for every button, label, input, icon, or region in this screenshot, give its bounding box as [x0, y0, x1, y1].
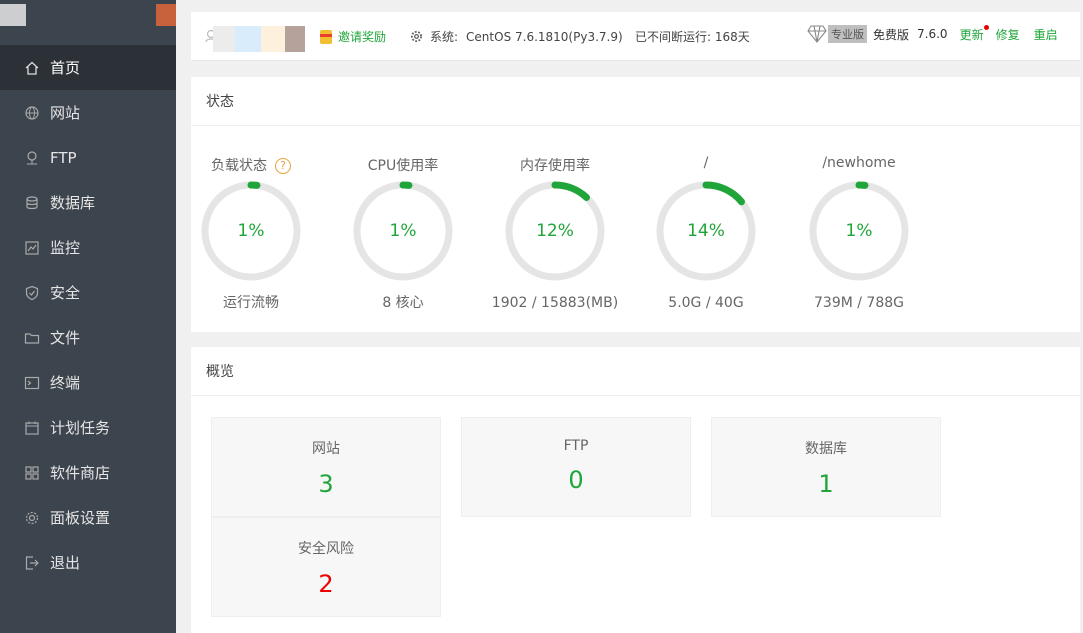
repair-link[interactable]: 修复 [996, 26, 1020, 43]
system-label: 系统: [430, 30, 459, 44]
invite-label: 邀请奖励 [338, 30, 387, 44]
sidebar-item-label: 文件 [50, 329, 81, 347]
gauge-subtext: 8 核心 [382, 295, 424, 311]
overview-card-security-risk[interactable]: 安全风险 2 [211, 517, 441, 617]
sidebar-item-cron[interactable]: 计划任务 [0, 405, 176, 450]
globe-icon [24, 105, 40, 121]
sidebar-item-files[interactable]: 文件 [0, 315, 176, 360]
gauge-value: 12% [536, 221, 574, 241]
pro-edition-tag[interactable]: 专业版 [828, 25, 867, 43]
shield-icon [24, 285, 40, 301]
monitor-icon [24, 240, 40, 256]
sidebar-item-label: 监控 [50, 239, 81, 257]
sidebar-item-label: 退出 [50, 554, 81, 572]
sidebar-header [0, 0, 176, 45]
gauge-subtext: 739M / 788G [814, 295, 904, 311]
sidebar-item-security[interactable]: 安全 [0, 270, 176, 315]
sidebar-item-label: 软件商店 [50, 464, 111, 482]
gauge-title: 负载状态? [186, 155, 316, 175]
sidebar-item-home[interactable]: 首页 [0, 45, 176, 90]
sidebar-item-database[interactable]: 数据库 [0, 180, 176, 225]
sidebar-item-label: 首页 [50, 59, 81, 77]
restart-link[interactable]: 重启 [1034, 26, 1058, 43]
sidebar-item-label: 面板设置 [50, 509, 111, 527]
gauge-value: 1% [845, 221, 873, 241]
logout-icon [24, 555, 40, 571]
sidebar-item-monitor[interactable]: 监控 [0, 225, 176, 270]
system-info: 系统: CentOS 7.6.1810(Py3.7.9) [410, 28, 623, 45]
update-label: 更新 [959, 27, 984, 42]
free-edition-label: 免费版 [873, 27, 910, 42]
sidebar-item-store[interactable]: 软件商店 [0, 450, 176, 495]
calendar-icon [24, 420, 40, 436]
gauge-title: CPU使用率 [367, 158, 439, 174]
card-label: 数据库 [805, 441, 847, 457]
sidebar-item-terminal[interactable]: 终端 [0, 360, 176, 405]
gauge-value: 14% [687, 221, 725, 241]
sidebar-item-label: 数据库 [50, 194, 96, 212]
gauge-subtext: 1902 / 15883(MB) [491, 295, 619, 311]
redacted-block [261, 26, 285, 52]
overview-card-websites[interactable]: 网站 3 [211, 417, 441, 517]
sidebar-item-websites[interactable]: 网站 [0, 90, 176, 135]
version-area: 专业版 免费版 7.6.0 更新 修复 重启 [807, 24, 1058, 43]
sidebar-item-label: 计划任务 [50, 419, 111, 437]
gauge-title: /newhome [822, 155, 896, 171]
status-title: 状态 [191, 77, 1080, 126]
home-icon [24, 60, 40, 76]
overview-card-ftp[interactable]: FTP 0 [461, 417, 691, 517]
card-value: 2 [318, 570, 334, 598]
ftp-icon [24, 150, 40, 166]
user-badge[interactable] [156, 4, 176, 26]
overview-title: 概览 [191, 347, 1080, 396]
system-value: CentOS 7.6.1810(Py3.7.9) [466, 29, 623, 44]
avatar [0, 4, 26, 26]
folder-icon [24, 330, 40, 346]
uptime-text: 已不间断运行: 168天 [635, 30, 750, 44]
card-label: 安全风险 [298, 541, 354, 557]
card-label: FTP [563, 438, 589, 454]
database-icon [24, 195, 40, 211]
terminal-icon [24, 375, 40, 391]
status-panel: 状态 负载状态? 1% 运行流畅 CPU使用率 1% 8 核心 内存使用率 12% 1902 /… [191, 77, 1080, 332]
sidebar-item-label: 网站 [50, 104, 81, 122]
redacted-block [285, 26, 305, 52]
overview-panel: 概览 网站 3 FTP 0 数据库 1 安全风险 2 [191, 347, 1080, 633]
redacted-block [235, 26, 261, 52]
gift-icon [320, 29, 332, 44]
sidebar-item-settings[interactable]: 面板设置 [0, 495, 176, 540]
grid-icon [24, 465, 40, 481]
gauge-title: 内存使用率 [520, 158, 590, 174]
header-bar: 邀请奖励 系统: CentOS 7.6.1810(Py3.7.9) 已不间断运行… [191, 12, 1080, 61]
card-label: 网站 [312, 441, 340, 457]
diamond-icon [807, 25, 827, 43]
gauge-title: / [703, 155, 709, 171]
redacted-block [213, 26, 235, 52]
gauge-subtext: 运行流畅 [223, 295, 279, 311]
sidebar-item-ftp[interactable]: FTP [0, 135, 176, 180]
gauge-subtext: 5.0G / 40G [668, 295, 744, 311]
gauge-value: 1% [389, 221, 417, 241]
update-dot [983, 24, 989, 30]
update-link[interactable]: 更新 [959, 24, 989, 43]
gear-icon [410, 30, 423, 43]
gauge-value: 1% [237, 221, 265, 241]
overview-card-database[interactable]: 数据库 1 [711, 417, 941, 517]
sidebar-nav: 首页 网站 FTP 数据库 监控 安全 文件 终端 计划任务 软件商店 面板设置… [0, 45, 176, 585]
card-value: 3 [318, 470, 334, 498]
card-value: 0 [568, 466, 584, 494]
sidebar: 首页 网站 FTP 数据库 监控 安全 文件 终端 计划任务 软件商店 面板设置… [0, 0, 176, 633]
sidebar-item-logout[interactable]: 退出 [0, 540, 176, 585]
sidebar-item-label: 终端 [50, 374, 81, 392]
card-value: 1 [818, 470, 834, 498]
sidebar-item-label: FTP [50, 148, 77, 167]
help-icon[interactable]: ? [275, 158, 291, 174]
gear-icon [24, 510, 40, 526]
invite-reward-link[interactable]: 邀请奖励 [320, 28, 386, 45]
version-number: 7.6.0 [917, 27, 948, 41]
sidebar-item-label: 安全 [50, 284, 81, 302]
